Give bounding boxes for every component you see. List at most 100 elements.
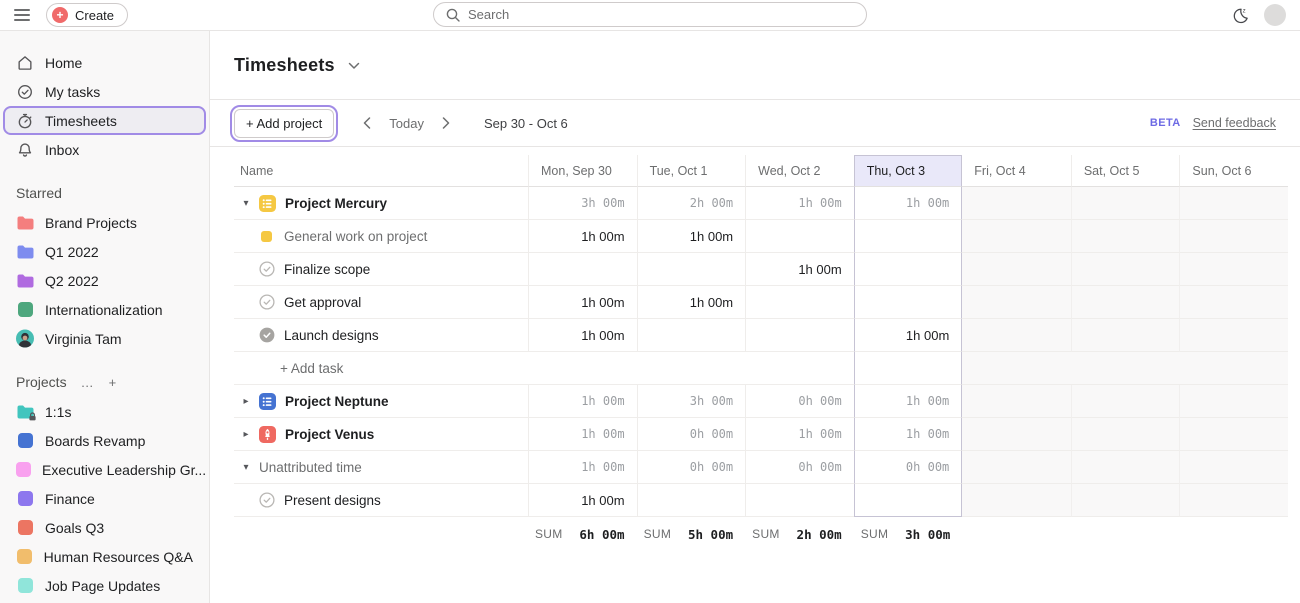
sidebar-item-q1-2022[interactable]: Q1 2022 xyxy=(0,237,209,266)
check-outline-icon[interactable] xyxy=(258,261,275,277)
time-cell-present-designs-1[interactable] xyxy=(637,484,746,517)
sidebar-item-executive-leadership-gr[interactable]: Executive Leadership Gr... xyxy=(0,455,209,484)
time-cell-project-venus-0[interactable]: 1h 00m xyxy=(528,418,637,451)
time-cell-launch-designs-6[interactable] xyxy=(1179,319,1288,352)
time-cell-launch-designs-3[interactable]: 1h 00m xyxy=(854,319,963,352)
sidebar-item-goals-q3[interactable]: Goals Q3 xyxy=(0,513,209,542)
time-cell-get-approval-4[interactable] xyxy=(962,286,1071,319)
title-chevron-down-icon[interactable] xyxy=(348,62,360,70)
time-cell-get-approval-2[interactable] xyxy=(745,286,854,319)
time-cell-general-work-on-project-3[interactable] xyxy=(854,220,963,253)
time-cell-present-designs-3[interactable] xyxy=(854,484,963,517)
time-cell-project-neptune-6[interactable] xyxy=(1179,385,1288,418)
sidebar-item-my-tasks[interactable]: My tasks xyxy=(3,77,206,106)
sidebar-item-inbox[interactable]: Inbox xyxy=(3,135,206,164)
check-outline-icon[interactable] xyxy=(258,294,275,310)
time-cell-general-work-on-project-2[interactable] xyxy=(745,220,854,253)
time-cell-project-venus-4[interactable] xyxy=(962,418,1071,451)
today-button[interactable]: Today xyxy=(389,116,424,131)
caret-down-icon[interactable]: ▾ xyxy=(238,198,254,209)
caret-down-icon[interactable]: ▾ xyxy=(238,462,254,473)
send-feedback-link[interactable]: Send feedback xyxy=(1193,116,1276,130)
sidebar-item-1-1s[interactable]: 1:1s xyxy=(0,397,209,426)
time-cell-unattributed-time-6[interactable] xyxy=(1179,451,1288,484)
time-cell-general-work-on-project-4[interactable] xyxy=(962,220,1071,253)
time-cell-general-work-on-project-6[interactable] xyxy=(1179,220,1288,253)
search-input[interactable]: Search xyxy=(433,2,867,27)
time-cell-get-approval-6[interactable] xyxy=(1179,286,1288,319)
sidebar-item-boards-revamp[interactable]: Boards Revamp xyxy=(0,426,209,455)
time-cell-project-neptune-1[interactable]: 3h 00m xyxy=(637,385,746,418)
sidebar-item-internationalization[interactable]: Internationalization xyxy=(0,295,209,324)
time-cell-finalize-scope-0[interactable] xyxy=(528,253,637,286)
time-cell-unattributed-time-4[interactable] xyxy=(962,451,1071,484)
time-cell-launch-designs-2[interactable] xyxy=(745,319,854,352)
time-cell-unattributed-time-1[interactable]: 0h 00m xyxy=(637,451,746,484)
caret-right-icon[interactable]: ▸ xyxy=(238,396,254,407)
next-week-chevron-icon[interactable] xyxy=(442,117,450,129)
time-cell-present-designs-4[interactable] xyxy=(962,484,1071,517)
time-cell-get-approval-1[interactable]: 1h 00m xyxy=(637,286,746,319)
time-cell-unattributed-time-2[interactable]: 0h 00m xyxy=(745,451,854,484)
time-cell-project-neptune-5[interactable] xyxy=(1071,385,1180,418)
hamburger-menu-icon[interactable] xyxy=(14,9,30,21)
section-add-icon[interactable]: + xyxy=(109,375,118,390)
time-cell-project-neptune-2[interactable]: 0h 00m xyxy=(745,385,854,418)
time-cell-finalize-scope-3[interactable] xyxy=(854,253,963,286)
time-cell-finalize-scope-1[interactable] xyxy=(637,253,746,286)
time-cell-project-venus-5[interactable] xyxy=(1071,418,1180,451)
caret-right-icon[interactable]: ▸ xyxy=(238,429,254,440)
time-cell-present-designs-2[interactable] xyxy=(745,484,854,517)
time-cell-add-task-5[interactable] xyxy=(1071,352,1180,385)
sidebar-item-job-page-updates[interactable]: Job Page Updates xyxy=(0,571,209,600)
create-button[interactable]: + Create xyxy=(46,3,128,27)
add-project-button[interactable]: + Add project xyxy=(234,109,334,138)
time-cell-project-mercury-1[interactable]: 2h 00m xyxy=(637,187,746,220)
time-cell-project-mercury-3[interactable]: 1h 00m xyxy=(854,187,963,220)
time-cell-add-task-4[interactable] xyxy=(962,352,1071,385)
time-cell-project-mercury-4[interactable] xyxy=(962,187,1071,220)
time-cell-launch-designs-5[interactable] xyxy=(1071,319,1180,352)
check-filled-icon[interactable] xyxy=(258,327,275,343)
time-cell-project-mercury-5[interactable] xyxy=(1071,187,1180,220)
time-cell-project-neptune-0[interactable]: 1h 00m xyxy=(528,385,637,418)
time-cell-unattributed-time-0[interactable]: 1h 00m xyxy=(528,451,637,484)
time-cell-add-task-0[interactable] xyxy=(528,352,637,385)
sidebar-item-human-resources-q-a[interactable]: Human Resources Q&A xyxy=(0,542,209,571)
sidebar-item-home[interactable]: Home xyxy=(3,48,206,77)
time-cell-general-work-on-project-1[interactable]: 1h 00m xyxy=(637,220,746,253)
sidebar-item-q2-2022[interactable]: Q2 2022 xyxy=(0,266,209,295)
time-cell-project-mercury-6[interactable] xyxy=(1179,187,1288,220)
time-cell-present-designs-6[interactable] xyxy=(1179,484,1288,517)
sidebar-item-timesheets[interactable]: Timesheets xyxy=(3,106,206,135)
time-cell-get-approval-0[interactable]: 1h 00m xyxy=(528,286,637,319)
time-cell-general-work-on-project-0[interactable]: 1h 00m xyxy=(528,220,637,253)
sidebar-item-brand-projects[interactable]: Brand Projects xyxy=(0,208,209,237)
time-cell-general-work-on-project-5[interactable] xyxy=(1071,220,1180,253)
time-cell-project-venus-6[interactable] xyxy=(1179,418,1288,451)
check-outline-icon[interactable] xyxy=(258,492,275,508)
time-cell-launch-designs-1[interactable] xyxy=(637,319,746,352)
sidebar-item-virginia-tam[interactable]: Virginia Tam xyxy=(0,324,209,353)
time-cell-project-venus-1[interactable]: 0h 00m xyxy=(637,418,746,451)
time-cell-project-venus-3[interactable]: 1h 00m xyxy=(854,418,963,451)
time-cell-project-neptune-4[interactable] xyxy=(962,385,1071,418)
time-cell-unattributed-time-5[interactable] xyxy=(1071,451,1180,484)
sidebar-item-finance[interactable]: Finance xyxy=(0,484,209,513)
time-cell-project-mercury-0[interactable]: 3h 00m xyxy=(528,187,637,220)
time-cell-finalize-scope-4[interactable] xyxy=(962,253,1071,286)
add-task-button[interactable]: + Add task xyxy=(280,361,343,376)
time-cell-unattributed-time-3[interactable]: 0h 00m xyxy=(854,451,963,484)
time-cell-launch-designs-0[interactable]: 1h 00m xyxy=(528,319,637,352)
section-more-icon[interactable]: … xyxy=(81,375,95,390)
time-cell-present-designs-5[interactable] xyxy=(1071,484,1180,517)
previous-week-chevron-icon[interactable] xyxy=(363,117,371,129)
time-cell-finalize-scope-6[interactable] xyxy=(1179,253,1288,286)
time-cell-project-neptune-3[interactable]: 1h 00m xyxy=(854,385,963,418)
time-cell-finalize-scope-5[interactable] xyxy=(1071,253,1180,286)
time-cell-add-task-3[interactable] xyxy=(854,352,963,385)
time-cell-launch-designs-4[interactable] xyxy=(962,319,1071,352)
time-cell-present-designs-0[interactable]: 1h 00m xyxy=(528,484,637,517)
time-cell-project-mercury-2[interactable]: 1h 00m xyxy=(745,187,854,220)
time-cell-add-task-6[interactable] xyxy=(1179,352,1288,385)
